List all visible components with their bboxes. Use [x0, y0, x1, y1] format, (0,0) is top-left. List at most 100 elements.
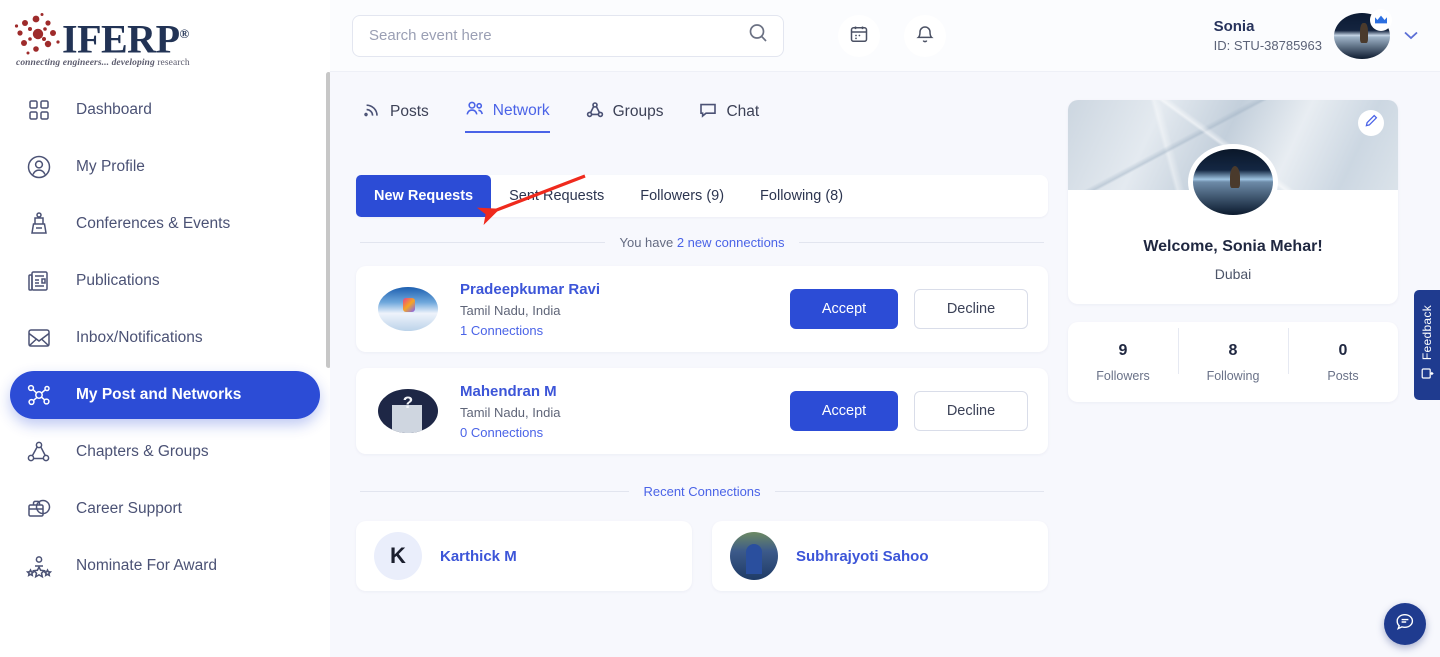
pradeepkumar-avatar — [378, 287, 438, 331]
sidebar-item-my-profile[interactable]: My Profile — [10, 143, 320, 191]
subtab-followers[interactable]: Followers (9) — [622, 175, 742, 217]
profile-card: Welcome, Sonia Mehar! Dubai — [1068, 100, 1398, 304]
request-location: Tamil Nadu, India — [460, 405, 560, 420]
stat-label: Following — [1178, 369, 1288, 383]
subtab-sent-requests[interactable]: Sent Requests — [491, 175, 622, 217]
tab-posts[interactable]: Posts — [364, 100, 429, 133]
profile-avatar[interactable] — [1188, 144, 1278, 220]
tab-groups[interactable]: Groups — [586, 100, 664, 133]
stat-value: 9 — [1068, 342, 1178, 360]
request-location: Tamil Nadu, India — [460, 303, 600, 318]
center-column: Posts Network Groups — [356, 100, 1048, 591]
recent-connection-name[interactable]: Karthick M — [440, 548, 517, 565]
subtab-label: Followers (9) — [640, 188, 724, 204]
chat-support-button[interactable] — [1384, 603, 1426, 645]
search-box[interactable] — [352, 15, 784, 57]
people-group-icon — [24, 437, 54, 467]
search-input[interactable] — [369, 27, 739, 44]
profile-avatar-wrap — [1068, 144, 1398, 220]
calendar-icon — [849, 24, 869, 47]
topbar-icon-group — [838, 15, 946, 57]
edit-profile-button[interactable] — [1358, 110, 1384, 136]
sidebar-item-nominate-for-award[interactable]: Nominate For Award — [10, 542, 320, 590]
pencil-icon — [1365, 114, 1378, 132]
topbar: Sonia ID: STU-38785963 — [330, 0, 1440, 72]
tab-label: Posts — [390, 103, 429, 121]
stat-label: Posts — [1288, 369, 1398, 383]
accept-button[interactable]: Accept — [790, 391, 898, 431]
sidebar-label: My Profile — [76, 158, 145, 176]
avatar[interactable] — [1334, 13, 1390, 59]
registered-mark: ® — [180, 26, 189, 41]
feedback-tab[interactable]: Feedback — [1414, 290, 1440, 400]
notifications-button[interactable] — [904, 15, 946, 57]
chat-bubble-icon — [699, 101, 717, 123]
recent-connections-label: Recent Connections — [643, 484, 760, 499]
divider-line-right — [799, 242, 1044, 243]
calendar-button[interactable] — [838, 15, 880, 57]
karthick-avatar: K — [374, 532, 422, 580]
request-actions: Accept Decline — [790, 391, 1028, 431]
subtab-new-requests[interactable]: New Requests — [356, 175, 491, 217]
recent-connection-card[interactable]: Subhrajyoti Sahoo — [712, 521, 1048, 591]
sidebar-item-career-support[interactable]: Career Support — [10, 485, 320, 533]
crown-icon — [1370, 9, 1392, 31]
decline-button[interactable]: Decline — [914, 391, 1028, 431]
brand-logo[interactable]: IFERP® connecting engineers... developin… — [0, 0, 330, 72]
sidebar-item-my-post-and-networks[interactable]: My Post and Networks — [10, 371, 320, 419]
accept-button[interactable]: Accept — [790, 289, 898, 329]
podium-icon — [24, 209, 54, 239]
sidebar-item-publications[interactable]: Publications — [10, 257, 320, 305]
bell-icon — [915, 23, 935, 48]
app-root: IFERP® connecting engineers... developin… — [0, 0, 1440, 657]
tab-label: Network — [493, 102, 550, 120]
people-icon — [465, 100, 484, 122]
user-name: Sonia — [1214, 17, 1322, 37]
request-connections[interactable]: 0 Connections — [460, 425, 560, 440]
decline-button[interactable]: Decline — [914, 289, 1028, 329]
sidebar-label: Conferences & Events — [76, 215, 230, 233]
tab-chat[interactable]: Chat — [699, 100, 759, 133]
divider-line-right — [775, 491, 1044, 492]
new-connections-divider: You have 2 new connections — [360, 235, 1044, 250]
sidebar-label: Publications — [76, 272, 160, 290]
new-connections-count: 2 new connections — [677, 235, 785, 250]
sidebar-item-inbox-notifications[interactable]: Inbox/Notifications — [10, 314, 320, 362]
user-circle-icon — [24, 152, 54, 182]
sidebar-item-dashboard[interactable]: Dashboard — [10, 86, 320, 134]
chevron-down-icon[interactable] — [1402, 26, 1420, 46]
iferp-logo-mark — [14, 12, 62, 58]
stat-posts[interactable]: 0 Posts — [1288, 342, 1398, 383]
new-connections-text: You have 2 new connections — [619, 235, 784, 250]
award-stars-icon — [24, 551, 54, 581]
request-card: Mahendran M Tamil Nadu, India 0 Connecti… — [356, 368, 1048, 454]
briefcase-icon — [24, 494, 54, 524]
subtab-label: Following (8) — [760, 188, 843, 204]
subtab-following[interactable]: Following (8) — [742, 175, 861, 217]
stat-label: Followers — [1068, 369, 1178, 383]
recent-connection-card[interactable]: K Karthick M — [356, 521, 692, 591]
sidebar-item-chapters-groups[interactable]: Chapters & Groups — [10, 428, 320, 476]
tab-network[interactable]: Network — [465, 100, 550, 133]
request-connections[interactable]: 1 Connections — [460, 323, 600, 338]
stat-followers[interactable]: 9 Followers — [1068, 342, 1178, 383]
subtab-label: Sent Requests — [509, 188, 604, 204]
request-name[interactable]: Pradeepkumar Ravi — [460, 281, 600, 298]
right-column: Welcome, Sonia Mehar! Dubai 9 Followers … — [1068, 100, 1398, 591]
request-actions: Accept Decline — [790, 289, 1028, 329]
sidebar-item-conferences-events[interactable]: Conferences & Events — [10, 200, 320, 248]
sidebar-label: Nominate For Award — [76, 557, 217, 575]
request-name[interactable]: Mahendran M — [460, 383, 560, 400]
divider-line-left — [360, 491, 629, 492]
tab-label: Groups — [613, 103, 664, 121]
sidebar-nav: Dashboard My Profile Conferences & Event… — [0, 86, 330, 590]
user-menu[interactable]: Sonia ID: STU-38785963 — [1214, 13, 1420, 59]
recent-connection-name[interactable]: Subhrajyoti Sahoo — [796, 548, 929, 565]
feedback-label: Feedback — [1420, 305, 1434, 360]
sidebar-label: Career Support — [76, 500, 182, 518]
search-icon[interactable] — [747, 22, 769, 49]
brand-name: IFERP® — [62, 12, 189, 61]
request-info: Pradeepkumar Ravi Tamil Nadu, India 1 Co… — [460, 281, 600, 338]
content-area: Posts Network Groups — [330, 72, 1440, 591]
stat-following[interactable]: 8 Following — [1178, 342, 1288, 383]
